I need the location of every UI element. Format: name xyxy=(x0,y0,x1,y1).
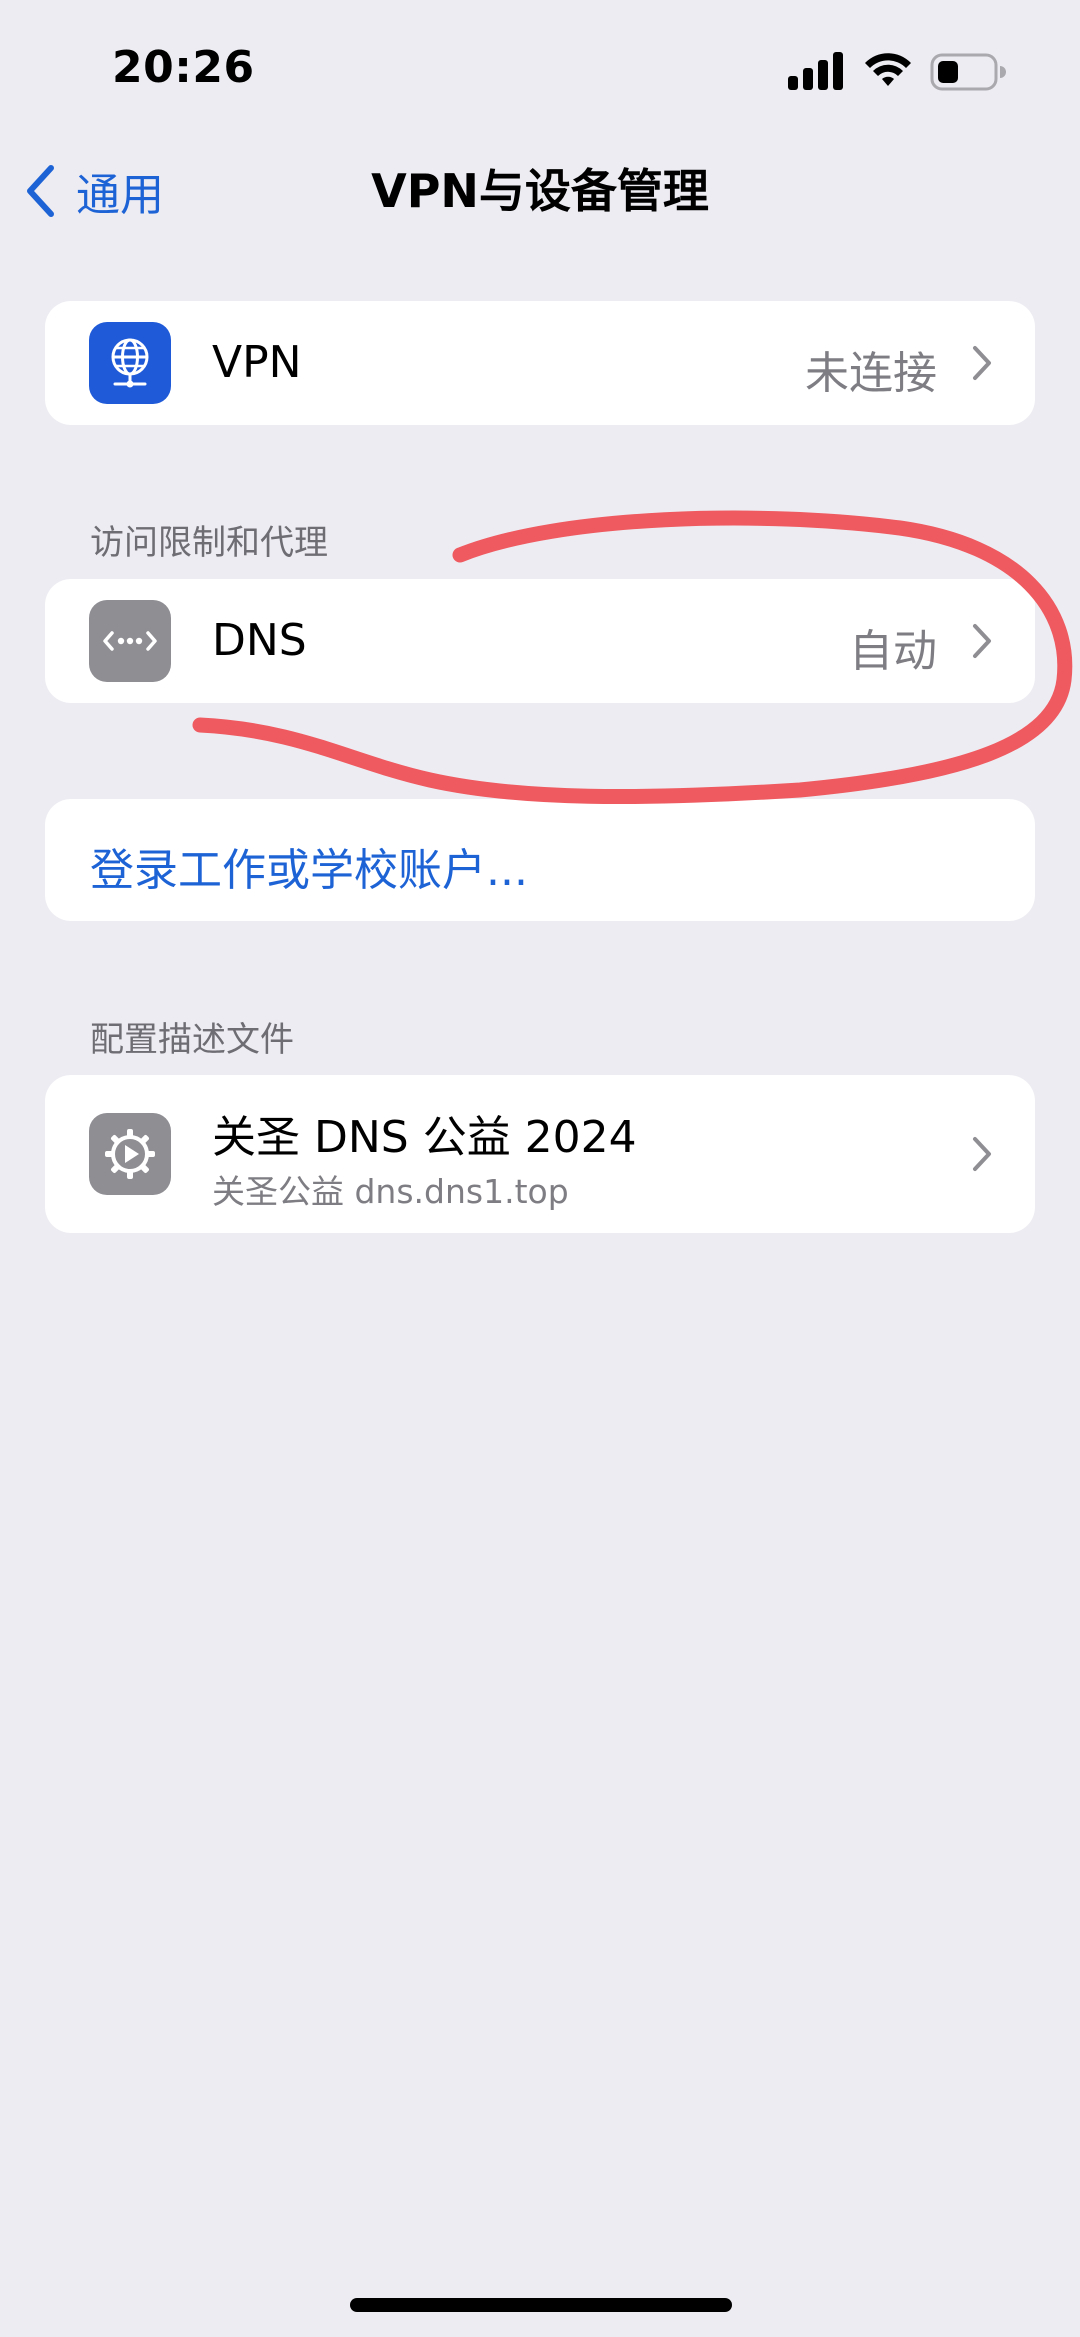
wifi-icon xyxy=(865,53,911,86)
dns-title: DNS xyxy=(212,615,307,666)
globe-network-icon xyxy=(89,322,171,404)
vpn-title: VPN xyxy=(212,337,302,388)
vpn-status: 未连接 xyxy=(805,348,937,399)
signal-icon xyxy=(788,52,843,90)
dns-status: 自动 xyxy=(849,626,937,677)
sign-in-work-school-row[interactable]: 登录工作或学校账户... xyxy=(45,799,1035,921)
status-time: 20:26 xyxy=(112,42,255,93)
chevron-right-icon xyxy=(973,346,991,380)
dns-row[interactable]: DNS 自动 xyxy=(45,579,1035,703)
vpn-card: VPN 未连接 xyxy=(45,301,1035,425)
gear-icon xyxy=(89,1113,171,1195)
account-card: 登录工作或学校账户... xyxy=(45,799,1035,921)
vpn-row[interactable]: VPN 未连接 xyxy=(45,301,1035,425)
page-title: VPN与设备管理 xyxy=(371,164,709,218)
chevron-right-icon xyxy=(973,624,991,658)
profile-title: 关圣 DNS 公益 2024 xyxy=(212,1112,637,1163)
navigation-bar: 通用 VPN与设备管理 xyxy=(0,150,1080,232)
profile-row[interactable]: 关圣 DNS 公益 2024 关圣公益 dns.dns1.top xyxy=(45,1075,1035,1233)
chevron-right-icon xyxy=(973,1137,991,1171)
section-header-proxy: 访问限制和代理 xyxy=(90,523,328,563)
dns-dots-icon xyxy=(89,600,171,682)
status-bar: 20:26 xyxy=(0,0,1080,140)
battery-icon xyxy=(930,53,1006,91)
dns-card: DNS 自动 xyxy=(45,579,1035,703)
sign-in-work-school-link[interactable]: 登录工作或学校账户... xyxy=(90,834,528,898)
section-header-profile: 配置描述文件 xyxy=(90,1020,294,1060)
profile-subtitle: 关圣公益 dns.dns1.top xyxy=(212,1172,569,1211)
home-indicator[interactable] xyxy=(350,2298,732,2312)
profile-card: 关圣 DNS 公益 2024 关圣公益 dns.dns1.top xyxy=(45,1075,1035,1233)
